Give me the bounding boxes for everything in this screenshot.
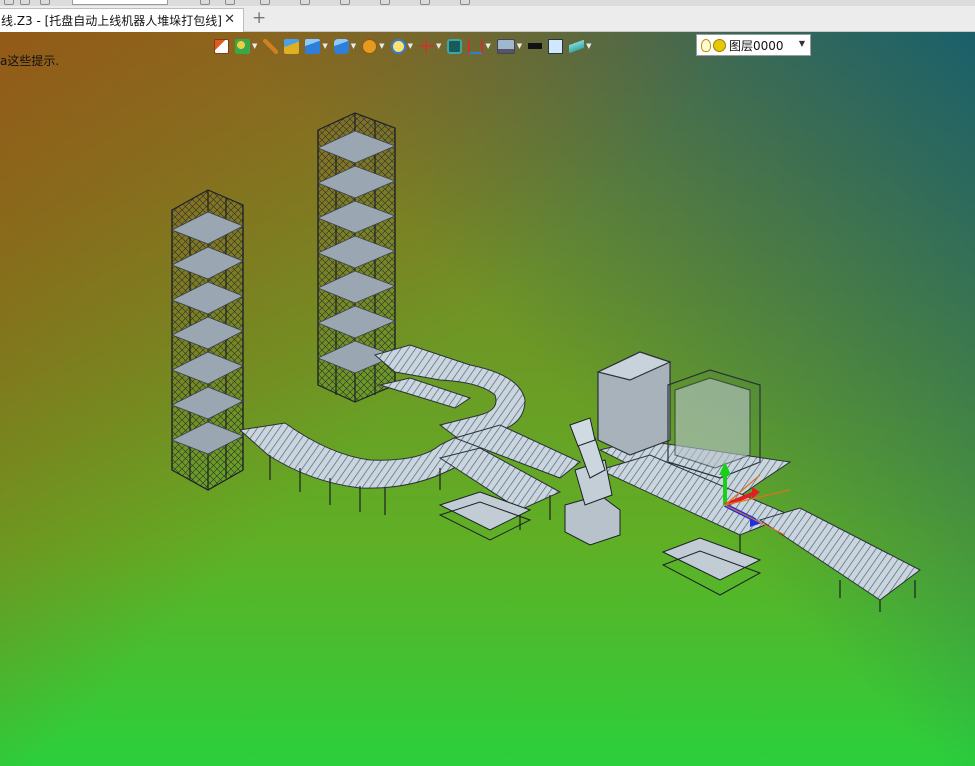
quick-access-icon[interactable] (420, 0, 430, 5)
quick-access-icon[interactable] (380, 0, 390, 5)
quick-access-icon[interactable] (260, 0, 270, 5)
document-tab-title: 线.Z3 - [托盘自动上线机器人堆垛打包线] (1, 14, 222, 28)
document-tab-bar: 线.Z3 - [托盘自动上线机器人堆垛打包线] ✕ + (0, 6, 975, 32)
quick-access-icon[interactable] (40, 0, 50, 5)
close-icon[interactable]: ✕ (224, 12, 235, 27)
storage-tower-left[interactable] (171, 189, 244, 491)
cad-model[interactable] (0, 32, 975, 766)
document-tab[interactable]: 线.Z3 - [托盘自动上线机器人堆垛打包线] ✕ (0, 8, 244, 32)
quick-access-field[interactable] (72, 0, 168, 5)
quick-access-icon[interactable] (460, 0, 470, 5)
quick-access-icon[interactable] (20, 0, 30, 5)
quick-access-icon[interactable] (225, 0, 235, 5)
quick-access-icon[interactable] (300, 0, 310, 5)
3d-viewport[interactable]: a这些提示. ▼ ▼ ▼ ▼ ▼ ▼ ▼ ▼ ▼ 图层0000 ▼ (0, 32, 975, 766)
quick-access-icon[interactable] (200, 0, 210, 5)
quick-access-icon[interactable] (340, 0, 350, 5)
add-tab-icon[interactable]: + (252, 9, 266, 27)
quick-access-icon[interactable] (4, 0, 14, 5)
